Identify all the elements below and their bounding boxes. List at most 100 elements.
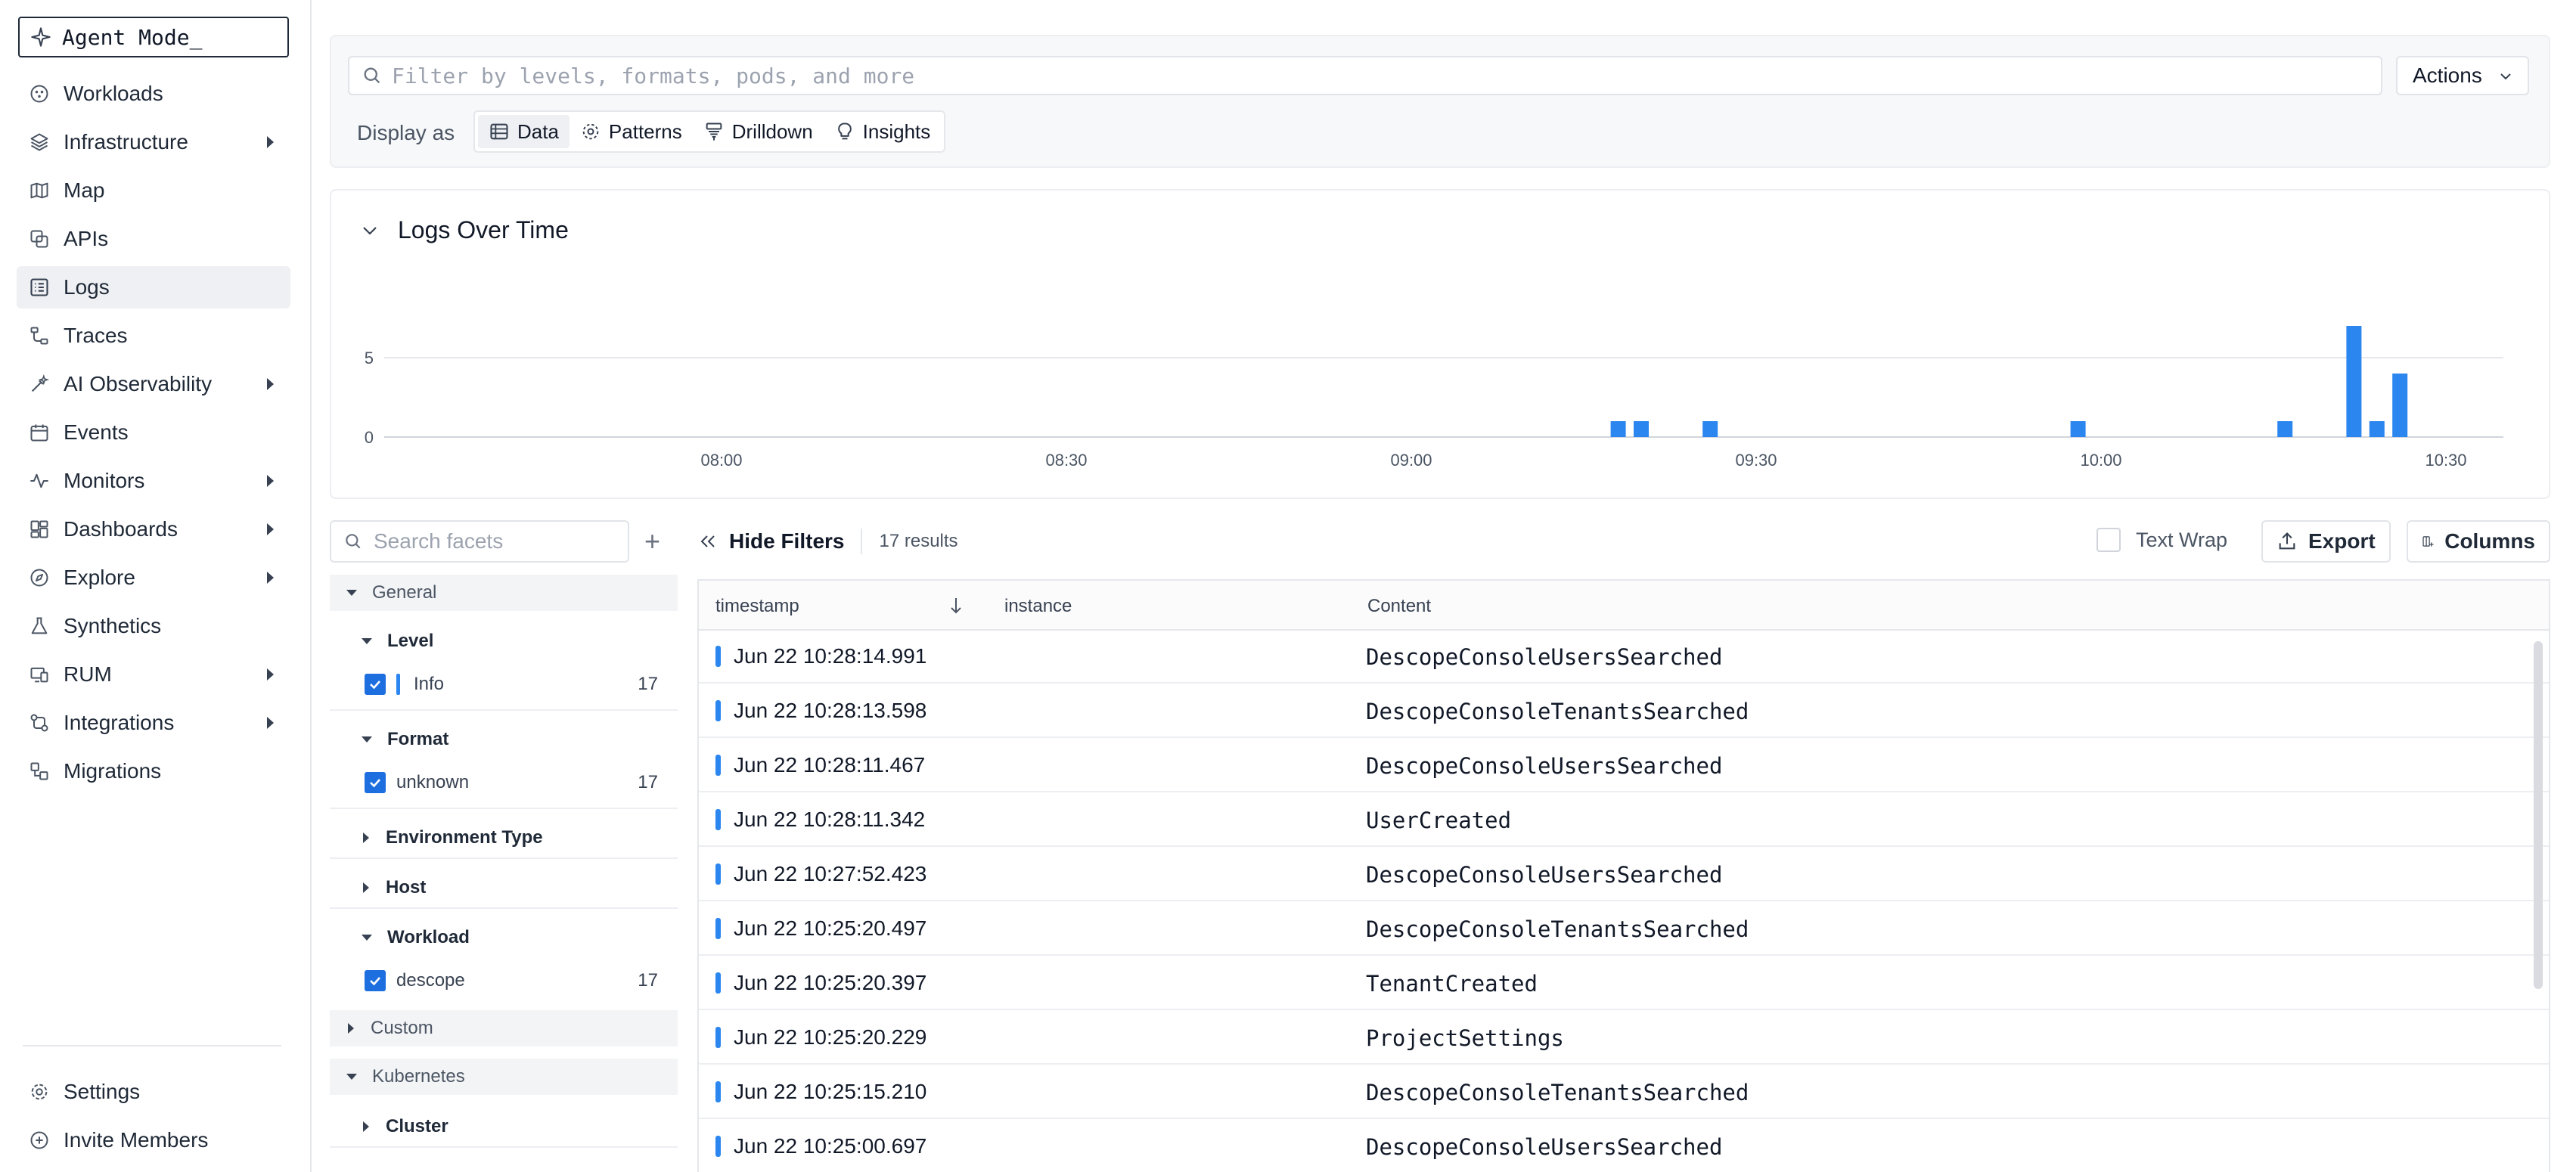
facet-format[interactable]: Format bbox=[330, 720, 678, 759]
table-row[interactable]: Jun 22 10:28:11.342 UserCreated bbox=[699, 792, 2549, 847]
chart-collapse-toggle[interactable]: Logs Over Time bbox=[362, 216, 569, 244]
sidebar-item-map[interactable]: Map bbox=[17, 169, 290, 212]
facet-host[interactable]: Host bbox=[330, 868, 678, 907]
sidebar-item-infrastructure[interactable]: Infrastructure bbox=[17, 121, 290, 163]
sidebar-item-settings[interactable]: Settings bbox=[17, 1071, 290, 1113]
facet-workload[interactable]: Workload bbox=[330, 918, 678, 957]
sidebar-item-integrations[interactable]: Integrations bbox=[17, 702, 290, 744]
display-mode-label: Insights bbox=[862, 119, 931, 143]
sidebar-item-workloads[interactable]: Workloads bbox=[17, 73, 290, 115]
cell-content: DescopeConsoleTenantsSearched bbox=[1366, 1080, 1749, 1105]
sidebar-item-synthetics[interactable]: Synthetics bbox=[17, 605, 290, 647]
column-header-content[interactable]: Content bbox=[1367, 596, 1431, 617]
facet-value-unknown[interactable]: unknown 17 bbox=[330, 764, 678, 801]
table-row[interactable]: Jun 22 10:25:00.697 DescopeConsoleUsersS… bbox=[699, 1119, 2549, 1172]
search-icon bbox=[364, 67, 380, 84]
table-row[interactable]: Jun 22 10:27:52.423 DescopeConsoleUsersS… bbox=[699, 847, 2549, 901]
sidebar-item-events[interactable]: Events bbox=[17, 411, 290, 454]
sidebar-item-dashboards[interactable]: Dashboards bbox=[17, 508, 290, 550]
x-tick-label: 09:30 bbox=[1735, 451, 1777, 470]
sidebar-item-explore[interactable]: Explore bbox=[17, 557, 290, 599]
sidebar-bottom-nav: Settings Invite Members bbox=[17, 1071, 290, 1167]
checkbox-checked-icon[interactable] bbox=[365, 772, 386, 793]
chart-bar bbox=[2070, 421, 2086, 437]
sidebar-item-migrations[interactable]: Migrations bbox=[17, 750, 290, 792]
facet-value-label: unknown bbox=[396, 772, 470, 792]
table-row[interactable]: Jun 22 10:25:20.229 ProjectSettings bbox=[699, 1010, 2549, 1065]
hide-filters-button[interactable]: Hide Filters bbox=[729, 529, 844, 553]
caret-down-icon bbox=[346, 1074, 357, 1080]
display-mode-insights[interactable]: Insights bbox=[824, 115, 942, 148]
agent-mode-button[interactable]: Agent Mode_ bbox=[18, 17, 289, 57]
table-row[interactable]: Jun 22 10:25:20.397 TenantCreated bbox=[699, 956, 2549, 1010]
sidebar-item-monitors[interactable]: Monitors bbox=[17, 460, 290, 502]
cell-content: DescopeConsoleUsersSearched bbox=[1366, 753, 1723, 779]
cell-timestamp: Jun 22 10:28:14.991 bbox=[734, 644, 927, 668]
facet-group-kubernetes[interactable]: Kubernetes bbox=[330, 1059, 678, 1095]
text-wrap-toggle[interactable]: Text Wrap bbox=[2096, 528, 2227, 552]
columns-button[interactable]: Columns bbox=[2407, 520, 2550, 563]
facet-value-descope[interactable]: descope 17 bbox=[330, 962, 678, 1000]
facet-level[interactable]: Level bbox=[330, 622, 678, 661]
cell-timestamp: Jun 22 10:28:13.598 bbox=[734, 699, 927, 722]
checkbox-checked-icon[interactable] bbox=[365, 970, 386, 991]
layers-icon bbox=[27, 130, 51, 154]
cell-content: DescopeConsoleTenantsSearched bbox=[1366, 916, 1749, 942]
sidebar-item-invite-members[interactable]: Invite Members bbox=[17, 1119, 290, 1161]
workloads-icon bbox=[27, 82, 51, 106]
table-row[interactable]: Jun 22 10:25:15.210 DescopeConsoleTenant… bbox=[699, 1065, 2549, 1119]
export-button[interactable]: Export bbox=[2261, 520, 2391, 563]
caret-right-icon bbox=[267, 378, 274, 390]
sidebar-item-apis[interactable]: APIs bbox=[17, 218, 290, 260]
table-scrollbar[interactable] bbox=[2534, 641, 2543, 989]
sort-descending-icon[interactable] bbox=[948, 596, 964, 615]
display-mode-patterns[interactable]: Patterns bbox=[570, 115, 693, 148]
sidebar-item-ai-observability[interactable]: AI Observability bbox=[17, 363, 290, 405]
x-tick-label: 10:00 bbox=[2080, 451, 2121, 470]
facet-group-general[interactable]: General bbox=[330, 575, 678, 611]
facet-group-custom[interactable]: Custom bbox=[330, 1010, 678, 1046]
facet-value-info[interactable]: Info 17 bbox=[330, 665, 678, 703]
facet-title: Cluster bbox=[386, 1116, 448, 1136]
display-mode-data[interactable]: Data bbox=[478, 115, 570, 148]
sidebar-item-rum[interactable]: RUM bbox=[17, 653, 290, 696]
ai-wand-icon bbox=[27, 372, 51, 396]
facet-search-input[interactable]: Search facets bbox=[330, 520, 629, 563]
facet-group-label: Kubernetes bbox=[372, 1066, 465, 1087]
table-icon bbox=[490, 123, 508, 140]
table-row[interactable]: Jun 22 10:28:11.467 DescopeConsoleUsersS… bbox=[699, 738, 2549, 792]
sidebar-item-traces[interactable]: Traces bbox=[17, 315, 290, 357]
agent-mode-label: Agent Mode_ bbox=[62, 24, 203, 50]
sidebar-item-label: Workloads bbox=[64, 82, 163, 105]
sparkle-icon bbox=[31, 27, 51, 47]
text-wrap-checkbox[interactable] bbox=[2096, 528, 2121, 552]
filter-search-input[interactable]: Filter by levels, formats, pods, and mor… bbox=[348, 56, 2382, 95]
column-header-timestamp[interactable]: timestamp bbox=[715, 596, 799, 617]
columns-icon bbox=[2422, 536, 2434, 547]
pulse-icon bbox=[27, 469, 51, 493]
facet-cluster[interactable]: Cluster bbox=[330, 1107, 678, 1146]
logs-over-time-panel: 5 0 08:00 08:30 09:00 09:30 10:00 10:30 Logs Ov… bbox=[330, 189, 2550, 499]
actions-dropdown[interactable]: Actions bbox=[2396, 56, 2529, 95]
column-header-instance[interactable]: instance bbox=[1004, 596, 1072, 617]
chart-bar bbox=[2346, 326, 2362, 437]
table-row[interactable]: Jun 22 10:28:13.598 DescopeConsoleTenant… bbox=[699, 684, 2549, 738]
facets-panel: Search facets + General Level Info 17 Fo… bbox=[330, 520, 678, 1172]
chevrons-left-icon[interactable] bbox=[697, 532, 718, 550]
sidebar-item-label: Invite Members bbox=[64, 1128, 209, 1152]
caret-right-icon bbox=[267, 717, 274, 729]
cell-content: DescopeConsoleUsersSearched bbox=[1366, 1134, 1723, 1160]
x-tick-label: 08:30 bbox=[1045, 451, 1087, 470]
checkbox-checked-icon[interactable] bbox=[365, 674, 386, 695]
sidebar-item-logs[interactable]: Logs bbox=[17, 266, 290, 309]
display-mode-drilldown[interactable]: Drilldown bbox=[693, 115, 824, 148]
facet-environment-type[interactable]: Environment Type bbox=[330, 818, 678, 857]
table-row[interactable]: Jun 22 10:28:14.991 DescopeConsoleUsersS… bbox=[699, 629, 2549, 684]
sidebar-item-label: Traces bbox=[64, 324, 128, 347]
api-icon bbox=[27, 227, 51, 251]
y-tick-label: 0 bbox=[365, 428, 374, 447]
add-facet-icon[interactable]: + bbox=[644, 528, 660, 555]
level-indicator bbox=[715, 863, 721, 885]
facet-value-count: 17 bbox=[638, 674, 658, 694]
table-row[interactable]: Jun 22 10:25:20.497 DescopeConsoleTenant… bbox=[699, 901, 2549, 956]
